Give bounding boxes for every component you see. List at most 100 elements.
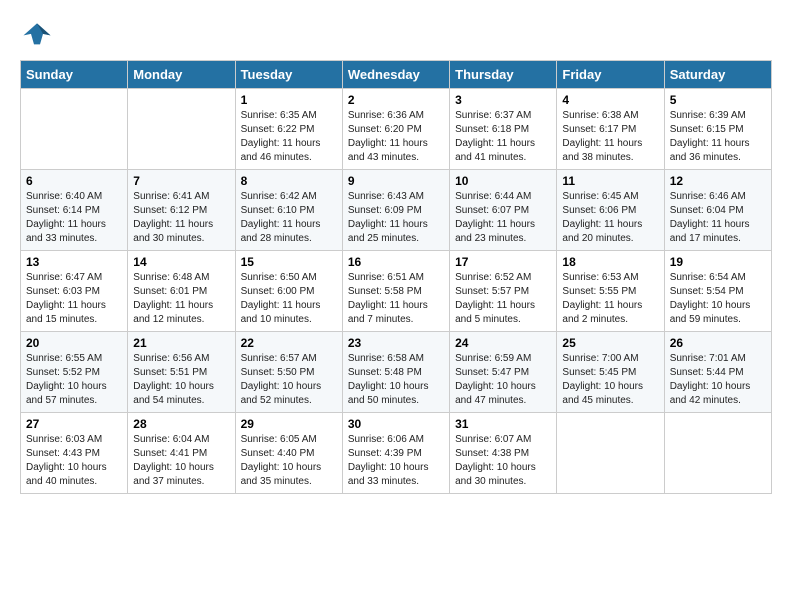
day-number: 10 [455,174,551,188]
calendar-cell: 11Sunrise: 6:45 AMSunset: 6:06 PMDayligh… [557,170,664,251]
day-number: 25 [562,336,658,350]
day-info: Sunrise: 6:04 AMSunset: 4:41 PMDaylight:… [133,433,229,489]
day-info: Sunrise: 6:05 AMSunset: 4:40 PMDaylight:… [241,433,337,489]
week-row-3: 13Sunrise: 6:47 AMSunset: 6:03 PMDayligh… [21,251,772,332]
day-number: 16 [348,255,444,269]
day-info: Sunrise: 6:52 AMSunset: 5:57 PMDaylight:… [455,271,551,327]
calendar-cell: 3Sunrise: 6:37 AMSunset: 6:18 PMDaylight… [450,89,557,170]
calendar-cell: 10 Sunrise: 6:44 AMSunset: 6:07 PMDayligh… [450,170,557,251]
day-info: Sunrise: 6:48 AMSunset: 6:01 PMDaylight:… [133,271,229,327]
day-number: 23 [348,336,444,350]
day-number: 26 [670,336,766,350]
weekday-header-wednesday: Wednesday [342,61,449,89]
calendar-cell: 8 Sunrise: 6:42 AMSunset: 6:10 PMDaylight… [235,170,342,251]
day-info: Sunrise: 6:53 AMSunset: 5:55 PMDaylight:… [562,271,658,327]
day-info: Sunrise: 6:40 AMSunset: 6:14 PMDaylight:… [26,190,122,246]
calendar-cell: 31 Sunrise: 6:07 AMSunset: 4:38 PMDayligh… [450,413,557,494]
day-info: Sunrise: 6:55 AMSunset: 5:52 PMDaylight:… [26,352,122,408]
page: SundayMondayTuesdayWednesdayThursdayFrid… [0,0,792,504]
day-info: Sunrise: 6:58 AMSunset: 5:48 PMDaylight:… [348,352,444,408]
calendar-table: SundayMondayTuesdayWednesdayThursdayFrid… [20,60,772,494]
calendar-cell: 2 Sunrise: 6:36 AMSunset: 6:20 PMDaylight… [342,89,449,170]
calendar-cell: 16 Sunrise: 6:51 AMSunset: 5:58 PMDayligh… [342,251,449,332]
calendar-cell: 6 Sunrise: 6:40 AMSunset: 6:14 PMDaylight… [21,170,128,251]
day-info: Sunrise: 6:39 AMSunset: 6:15 PMDaylight:… [670,109,766,165]
weekday-header-tuesday: Tuesday [235,61,342,89]
calendar-cell: 4 Sunrise: 6:38 AMSunset: 6:17 PMDaylight… [557,89,664,170]
day-number: 12 [670,174,766,188]
week-row-2: 6 Sunrise: 6:40 AMSunset: 6:14 PMDaylight… [21,170,772,251]
day-info: Sunrise: 6:41 AMSunset: 6:12 PMDaylight:… [133,190,229,246]
day-info: Sunrise: 6:50 AMSunset: 6:00 PMDaylight:… [241,271,337,327]
day-info: Sunrise: 6:35 AMSunset: 6:22 PMDaylight:… [241,109,337,165]
day-info: Sunrise: 6:56 AMSunset: 5:51 PMDaylight:… [133,352,229,408]
day-number: 17 [455,255,551,269]
calendar-cell [557,413,664,494]
week-row-1: 1 Sunrise: 6:35 AMSunset: 6:22 PMDaylight… [21,89,772,170]
day-number: 19 [670,255,766,269]
calendar-cell: 23 Sunrise: 6:58 AMSunset: 5:48 PMDayligh… [342,332,449,413]
day-info: Sunrise: 6:51 AMSunset: 5:58 PMDaylight:… [348,271,444,327]
calendar-cell: 29 Sunrise: 6:05 AMSunset: 4:40 PMDayligh… [235,413,342,494]
calendar-cell: 14Sunrise: 6:48 AMSunset: 6:01 PMDayligh… [128,251,235,332]
calendar-cell: 18 Sunrise: 6:53 AMSunset: 5:55 PMDayligh… [557,251,664,332]
calendar-cell: 26Sunrise: 7:01 AMSunset: 5:44 PMDayligh… [664,332,771,413]
calendar-cell: 7 Sunrise: 6:41 AMSunset: 6:12 PMDaylight… [128,170,235,251]
calendar-cell: 1 Sunrise: 6:35 AMSunset: 6:22 PMDaylight… [235,89,342,170]
day-number: 5 [670,93,766,107]
day-info: Sunrise: 6:44 AMSunset: 6:07 PMDaylight:… [455,190,551,246]
calendar-cell: 5 Sunrise: 6:39 AMSunset: 6:15 PMDaylight… [664,89,771,170]
day-info: Sunrise: 6:36 AMSunset: 6:20 PMDaylight:… [348,109,444,165]
calendar-cell: 22 Sunrise: 6:57 AMSunset: 5:50 PMDayligh… [235,332,342,413]
calendar-cell: 15 Sunrise: 6:50 AMSunset: 6:00 PMDayligh… [235,251,342,332]
calendar-cell [664,413,771,494]
day-info: Sunrise: 6:38 AMSunset: 6:17 PMDaylight:… [562,109,658,165]
day-number: 8 [241,174,337,188]
header [20,20,772,50]
day-number: 20 [26,336,122,350]
calendar-cell: 21 Sunrise: 6:56 AMSunset: 5:51 PMDayligh… [128,332,235,413]
calendar-cell: 24Sunrise: 6:59 AMSunset: 5:47 PMDayligh… [450,332,557,413]
day-number: 9 [348,174,444,188]
day-number: 15 [241,255,337,269]
day-number: 27 [26,417,122,431]
weekday-header-friday: Friday [557,61,664,89]
day-number: 1 [241,93,337,107]
day-number: 7 [133,174,229,188]
calendar-cell: 25Sunrise: 7:00 AMSunset: 5:45 PMDayligh… [557,332,664,413]
calendar-cell [21,89,128,170]
day-info: Sunrise: 6:07 AMSunset: 4:38 PMDaylight:… [455,433,551,489]
day-number: 4 [562,93,658,107]
logo [20,20,52,50]
calendar-cell: 9 Sunrise: 6:43 AMSunset: 6:09 PMDaylight… [342,170,449,251]
calendar-cell [128,89,235,170]
day-number: 22 [241,336,337,350]
day-info: Sunrise: 6:45 AMSunset: 6:06 PMDaylight:… [562,190,658,246]
day-number: 18 [562,255,658,269]
day-info: Sunrise: 6:46 AMSunset: 6:04 PMDaylight:… [670,190,766,246]
weekday-header-row: SundayMondayTuesdayWednesdayThursdayFrid… [21,61,772,89]
calendar-cell: 12 Sunrise: 6:46 AMSunset: 6:04 PMDayligh… [664,170,771,251]
week-row-4: 20 Sunrise: 6:55 AMSunset: 5:52 PMDayligh… [21,332,772,413]
day-number: 28 [133,417,229,431]
weekday-header-sunday: Sunday [21,61,128,89]
calendar-cell: 27Sunrise: 6:03 AMSunset: 4:43 PMDayligh… [21,413,128,494]
calendar-cell: 17 Sunrise: 6:52 AMSunset: 5:57 PMDayligh… [450,251,557,332]
day-info: Sunrise: 6:43 AMSunset: 6:09 PMDaylight:… [348,190,444,246]
day-number: 21 [133,336,229,350]
calendar-cell: 19Sunrise: 6:54 AMSunset: 5:54 PMDayligh… [664,251,771,332]
day-number: 30 [348,417,444,431]
calendar-cell: 20 Sunrise: 6:55 AMSunset: 5:52 PMDayligh… [21,332,128,413]
week-row-5: 27Sunrise: 6:03 AMSunset: 4:43 PMDayligh… [21,413,772,494]
day-info: Sunrise: 6:37 AMSunset: 6:18 PMDaylight:… [455,109,551,165]
weekday-header-thursday: Thursday [450,61,557,89]
calendar-cell: 30 Sunrise: 6:06 AMSunset: 4:39 PMDayligh… [342,413,449,494]
day-number: 29 [241,417,337,431]
day-number: 2 [348,93,444,107]
calendar-cell: 13Sunrise: 6:47 AMSunset: 6:03 PMDayligh… [21,251,128,332]
day-info: Sunrise: 6:06 AMSunset: 4:39 PMDaylight:… [348,433,444,489]
day-number: 6 [26,174,122,188]
day-number: 31 [455,417,551,431]
day-info: Sunrise: 6:57 AMSunset: 5:50 PMDaylight:… [241,352,337,408]
day-info: Sunrise: 6:42 AMSunset: 6:10 PMDaylight:… [241,190,337,246]
